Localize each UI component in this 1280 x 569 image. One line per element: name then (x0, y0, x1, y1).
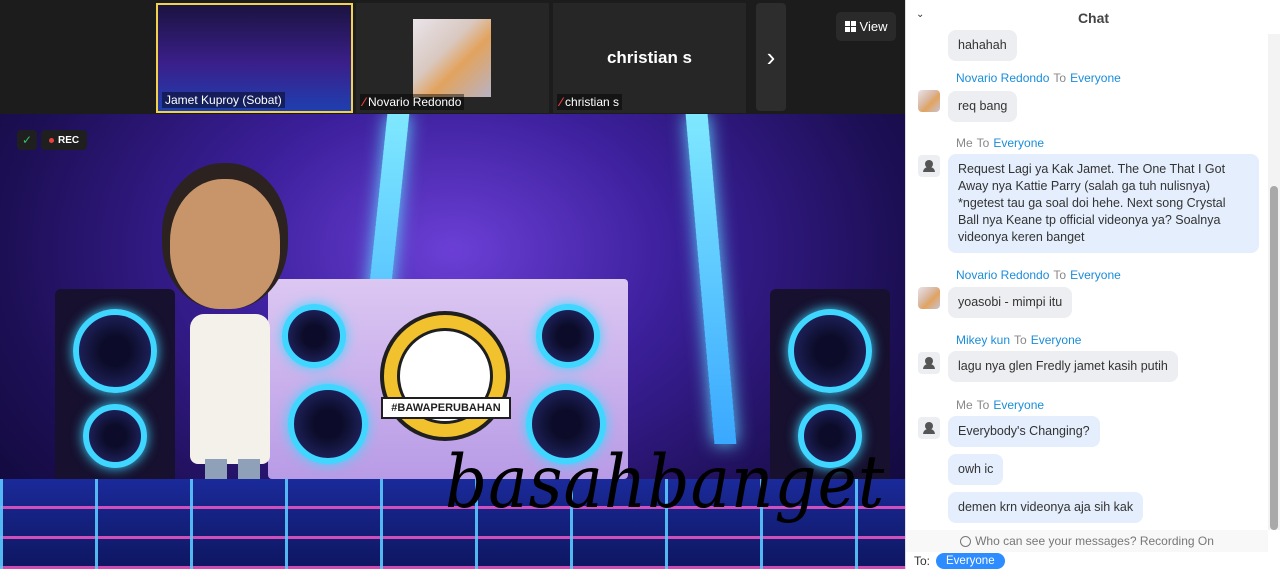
avatar (918, 287, 940, 309)
video-area: Jamet Kuproy (Sobat) ⁄ Novario Redondo c… (0, 0, 905, 569)
participant-display-name: christian s (606, 48, 693, 67)
grid-view-icon (844, 21, 856, 32)
speaker-left (55, 289, 175, 484)
character-head (170, 179, 280, 309)
to-label: To: (914, 554, 931, 568)
person-icon (960, 535, 972, 547)
participant-strip: Jamet Kuproy (Sobat) ⁄ Novario Redondo c… (0, 0, 905, 114)
view-button[interactable]: View (836, 12, 896, 41)
chat-panel: ⌄ Chat hahahah Novario Redondo To Everyone… (905, 0, 1280, 569)
chat-title: Chat (1077, 10, 1110, 26)
recording-indicator: ✓ REC (17, 130, 88, 150)
avatar (918, 90, 940, 112)
participant-name-label: ⁄ christian s (557, 94, 623, 110)
participant-name-label: ⁄ Novario Redondo (360, 94, 465, 110)
active-speaker-video: #BAWAPERUBAHAN ✓ REC basahbanget (0, 114, 905, 569)
muted-mic-icon: ⁄ (560, 95, 563, 109)
chat-message: owh ic (948, 454, 1004, 485)
message-sender-line: Novario Redondo To Everyone (956, 268, 1121, 282)
chat-message: hahahah (948, 30, 1017, 61)
rec-badge[interactable]: REC (41, 130, 88, 150)
watermark-text: basahbanget (445, 440, 886, 525)
recipient-row: To: Everyone (914, 553, 1005, 569)
participant-tile[interactable]: ⁄ Novario Redondo (356, 3, 549, 113)
rec-dot-icon (49, 137, 54, 143)
participant-avatar (413, 19, 491, 97)
logo-ribbon: #BAWAPERUBAHAN (381, 397, 511, 419)
user-icon (918, 155, 940, 177)
participant-tile[interactable]: christian s ⁄ christian s (553, 3, 746, 113)
chat-message: yoasobi - mimpi itu (948, 287, 1073, 318)
recipient-dropdown[interactable]: Everyone (936, 553, 1005, 569)
chevron-right-icon: › (766, 41, 776, 72)
message-sender-line: Me To Everyone (956, 398, 1045, 412)
muted-mic-icon: ⁄ (363, 95, 366, 109)
chat-message: Request Lagi ya Kak Jamet. The One That … (948, 154, 1259, 253)
message-sender-line: Mikey kun To Everyone (956, 333, 1082, 347)
chat-message: lagu nya glen Fredly jamet kasih putih (948, 351, 1178, 382)
chat-message: Everybody's Changing? (948, 416, 1100, 447)
message-sender-line: Me To Everyone (956, 136, 1045, 150)
user-icon (918, 352, 940, 374)
club-logo (380, 311, 510, 441)
shield-icon[interactable]: ✓ (17, 130, 37, 150)
chat-scrollbar-thumb[interactable] (1270, 186, 1278, 530)
light-beam (685, 114, 737, 444)
character-body (190, 314, 270, 464)
user-icon (918, 417, 940, 439)
zoom-meeting-window: Jamet Kuproy (Sobat) ⁄ Novario Redondo c… (0, 0, 1280, 569)
chat-message: req bang (948, 91, 1018, 122)
chat-message: demen krn videonya aja sih kak (948, 492, 1144, 523)
participant-name-label: Jamet Kuproy (Sobat) (162, 92, 285, 108)
chat-message-list[interactable]: hahahah Novario Redondo To Everyone req ba… (906, 28, 1268, 528)
participant-tile-active[interactable]: Jamet Kuproy (Sobat) (156, 3, 353, 113)
next-page-button[interactable]: › (756, 3, 786, 111)
visibility-notice[interactable]: Who can see your messages? Recording On (906, 530, 1268, 552)
message-sender-line: Novario Redondo To Everyone (956, 71, 1121, 85)
